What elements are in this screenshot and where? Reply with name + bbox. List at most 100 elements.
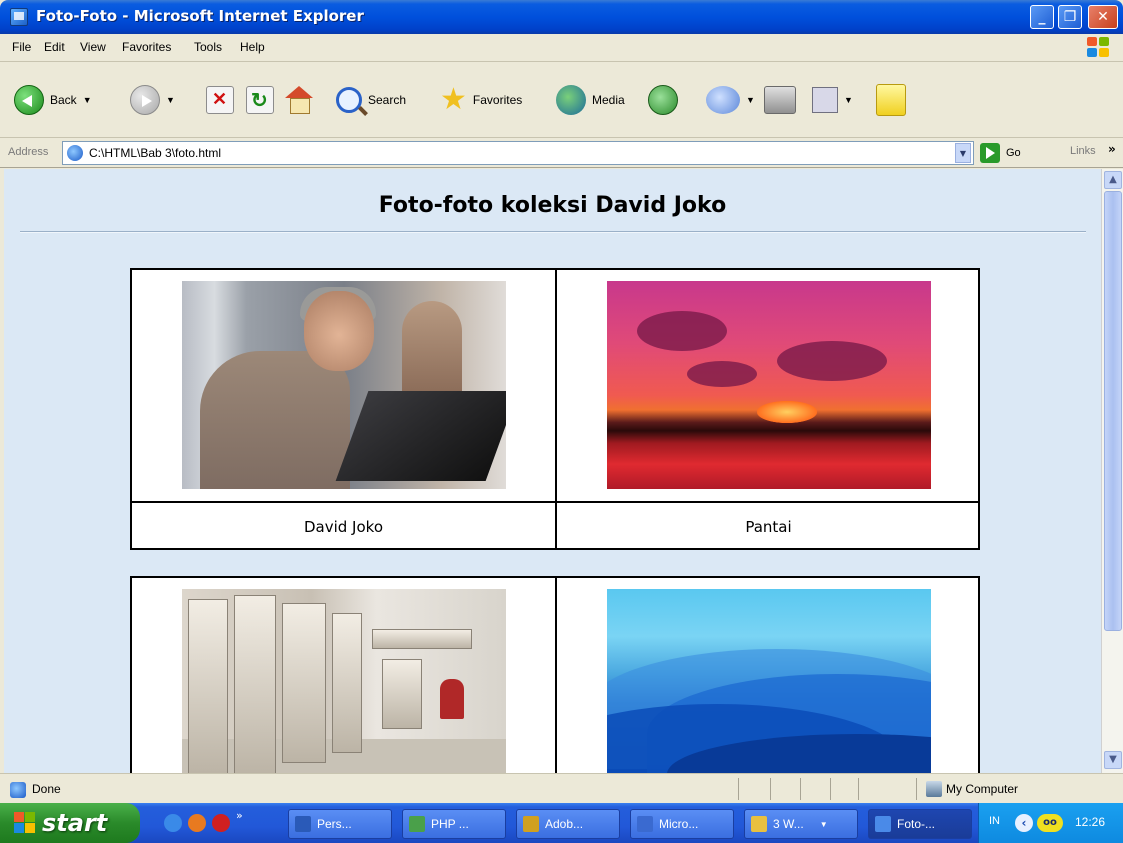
- window-title: Foto-Foto - Microsoft Internet Explorer: [36, 7, 364, 25]
- windows-logo-icon: [1087, 37, 1111, 59]
- back-button[interactable]: Back ▼: [14, 82, 92, 118]
- scroll-thumb[interactable]: [1104, 191, 1122, 631]
- folder-php-icon: [409, 816, 425, 832]
- mail-dropdown-icon[interactable]: ▼: [746, 95, 755, 105]
- photo-pantai: [607, 281, 931, 489]
- taskbar-item[interactable]: 3 W... ▼: [744, 809, 858, 839]
- close-button[interactable]: ✕: [1088, 5, 1118, 29]
- print-icon: [764, 86, 796, 114]
- restore-button[interactable]: ❐: [1058, 5, 1082, 29]
- menu-view[interactable]: View: [80, 40, 106, 54]
- security-zone: My Computer: [946, 782, 1019, 796]
- taskbar-item-label: Adob...: [545, 817, 584, 831]
- refresh-icon: [246, 86, 274, 114]
- table-divider: [555, 578, 557, 773]
- quicklaunch-opera-icon[interactable]: [212, 814, 230, 832]
- photo-david-joko: [182, 281, 506, 489]
- mail-button[interactable]: ▼: [706, 82, 755, 118]
- back-arrow-icon: [14, 85, 44, 115]
- tray-app-icon[interactable]: oo: [1037, 814, 1063, 832]
- star-icon: ★: [440, 83, 467, 116]
- stop-button[interactable]: [206, 82, 234, 118]
- forward-button[interactable]: ▼: [130, 82, 175, 118]
- home-button[interactable]: [284, 82, 314, 118]
- menu-file[interactable]: File: [12, 40, 31, 54]
- links-label[interactable]: Links: [1070, 145, 1096, 157]
- page-content: Foto-foto koleksi David Joko David Joko …: [4, 169, 1101, 773]
- page-title: Foto-foto koleksi David Joko: [378, 193, 727, 218]
- favorites-label: Favorites: [472, 93, 523, 107]
- media-label: Media: [592, 93, 625, 107]
- taskbar-item[interactable]: PHP ...: [402, 809, 506, 839]
- status-separator: [916, 778, 917, 800]
- standard-toolbar: Back ▼ ▼ Search ★ Favorites Media ▼ ▼: [0, 62, 1123, 138]
- menu-edit[interactable]: Edit: [44, 40, 65, 54]
- taskbar-item-label: PHP ...: [431, 817, 469, 831]
- status-separator: [738, 778, 739, 800]
- taskbar-item[interactable]: Pers...: [288, 809, 392, 839]
- edit-dropdown-icon[interactable]: ▼: [844, 95, 853, 105]
- quicklaunch-firefox-icon[interactable]: [188, 814, 206, 832]
- address-input[interactable]: C:\HTML\Bab 3\foto.html: [62, 141, 974, 165]
- vertical-scrollbar[interactable]: ▲ ▼: [1101, 169, 1123, 773]
- home-icon: [284, 86, 314, 114]
- taskbar-item-active[interactable]: Foto-...: [868, 809, 972, 839]
- search-button[interactable]: Search: [336, 82, 406, 118]
- menu-tools[interactable]: Tools: [194, 40, 222, 54]
- go-arrow-icon: [980, 143, 1000, 163]
- start-button[interactable]: start: [0, 803, 140, 843]
- back-label: Back: [50, 93, 77, 107]
- taskbar-item-label: Micro...: [659, 817, 699, 831]
- language-indicator[interactable]: IN: [989, 815, 1000, 827]
- forward-dropdown-icon[interactable]: ▼: [166, 95, 175, 105]
- refresh-button[interactable]: [246, 82, 274, 118]
- status-separator: [770, 778, 771, 800]
- ie-page-icon: [10, 8, 28, 26]
- system-tray: IN ‹ oo 12:26: [978, 803, 1123, 843]
- notes-button[interactable]: [876, 82, 906, 118]
- adobe-icon: [523, 816, 539, 832]
- status-text: Done: [32, 782, 61, 796]
- photo-table: David Joko Pantai: [130, 268, 980, 550]
- address-value: C:\HTML\Bab 3\foto.html: [89, 146, 222, 160]
- taskbar-item[interactable]: Adob...: [516, 809, 620, 839]
- address-label: Address: [8, 146, 49, 158]
- photo-mountains: [607, 589, 931, 773]
- taskbar: start » Pers... PHP ... Adob... Micro...…: [0, 803, 1123, 843]
- edit-icon: [812, 87, 838, 113]
- scroll-down-icon[interactable]: ▼: [1104, 751, 1122, 769]
- media-icon: [556, 85, 586, 115]
- photo-caption: Pantai: [745, 518, 792, 536]
- tray-arrow-icon[interactable]: ‹: [1015, 814, 1033, 832]
- print-button[interactable]: [764, 82, 796, 118]
- minimize-button[interactable]: _: [1030, 5, 1054, 29]
- msoffice-icon: [637, 816, 653, 832]
- quicklaunch-ie-icon[interactable]: [164, 814, 182, 832]
- address-bar: Address C:\HTML\Bab 3\foto.html ▼ Go Lin…: [0, 138, 1123, 168]
- history-icon: [648, 85, 678, 115]
- menu-help[interactable]: Help: [240, 40, 265, 54]
- history-button[interactable]: [648, 82, 678, 118]
- notes-icon: [876, 84, 906, 116]
- menu-bar: File Edit View Favorites Tools Help: [0, 34, 1123, 62]
- clock[interactable]: 12:26: [1075, 815, 1105, 829]
- taskbar-item[interactable]: Micro...: [630, 809, 734, 839]
- taskbar-item-label: Pers...: [317, 817, 352, 831]
- status-separator: [858, 778, 859, 800]
- horizontal-rule: [20, 231, 1086, 233]
- go-button[interactable]: Go: [980, 143, 1021, 163]
- search-label: Search: [368, 93, 407, 107]
- window-titlebar[interactable]: Foto-Foto - Microsoft Internet Explorer …: [0, 0, 1123, 34]
- media-button[interactable]: Media: [556, 82, 625, 118]
- address-dropdown-icon[interactable]: ▼: [955, 143, 971, 163]
- favorites-button[interactable]: ★ Favorites: [440, 82, 522, 118]
- table-divider: [555, 270, 557, 548]
- quicklaunch-more-icon[interactable]: »: [236, 809, 243, 822]
- back-dropdown-icon[interactable]: ▼: [83, 95, 92, 105]
- menu-favorites[interactable]: Favorites: [122, 40, 171, 54]
- scroll-up-icon[interactable]: ▲: [1104, 171, 1122, 189]
- mail-icon: [706, 86, 740, 114]
- group-dropdown-icon[interactable]: ▼: [820, 820, 828, 829]
- edit-button[interactable]: ▼: [812, 82, 853, 118]
- links-chevron-icon[interactable]: »: [1108, 142, 1116, 156]
